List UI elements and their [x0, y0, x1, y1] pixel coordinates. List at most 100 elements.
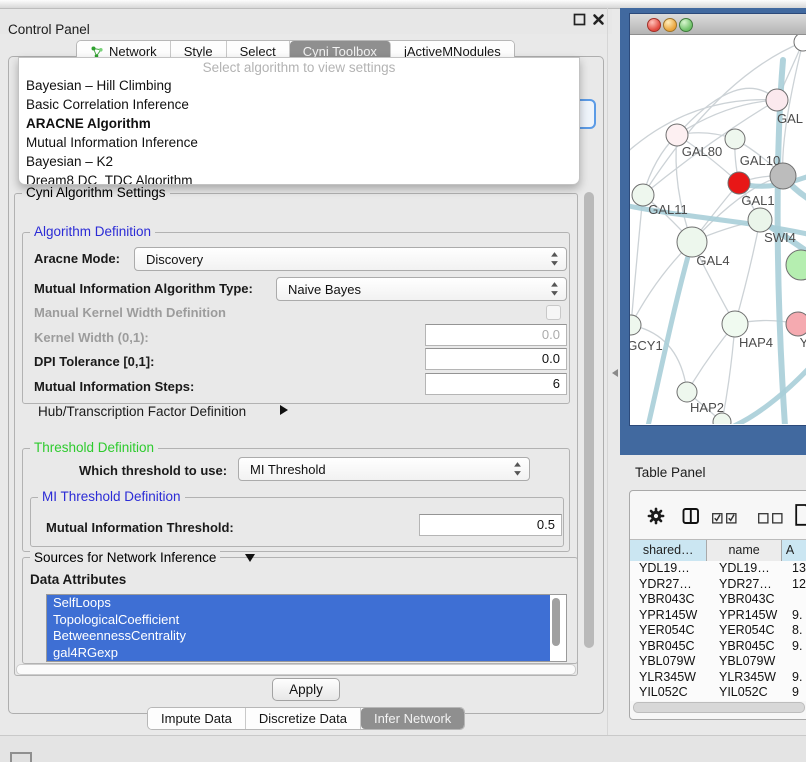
- sources-title: Sources for Network Inference: [30, 551, 220, 565]
- network-canvas[interactable]: GALGAL80GAL10GAL1GAL11SWI4GAL4GCY1HAP4YH…: [630, 35, 806, 424]
- attribute-item-selfloops[interactable]: SelfLoops: [47, 595, 550, 612]
- algorithm-option-dream8-dc-tdc-algorithm[interactable]: Dream8 DC_TDC Algorithm: [19, 171, 579, 185]
- network-edge-highlighted: [734, 365, 806, 424]
- network-window-titlebar[interactable]: [630, 14, 806, 35]
- columns-icon[interactable]: [682, 507, 700, 530]
- which-threshold-select[interactable]: MI Threshold: [238, 457, 530, 481]
- attribute-item-topologicalcoefficient[interactable]: TopologicalCoefficient: [47, 612, 550, 629]
- close-panel-button[interactable]: [592, 13, 605, 26]
- algorithm-option-mutual-information-inference[interactable]: Mutual Information Inference: [19, 133, 579, 152]
- network-node-gal1[interactable]: [728, 172, 750, 194]
- table-row[interactable]: YIL052CYIL052C9: [630, 685, 806, 701]
- tab-label: Impute Data: [161, 709, 232, 729]
- mi-algorithm-type-select[interactable]: Naive Bayes: [276, 277, 567, 301]
- algorithm-option-bayesian-k2[interactable]: Bayesian – K2: [19, 152, 579, 171]
- network-node-gal80[interactable]: [666, 124, 688, 146]
- table-cell: 9.: [787, 608, 806, 624]
- checked-boxes-icon[interactable]: [712, 511, 738, 529]
- split-divider: [607, 8, 608, 735]
- table-row[interactable]: YBR043CYBR043C: [630, 592, 806, 608]
- apply-button[interactable]: Apply: [272, 678, 340, 701]
- zoom-window-button[interactable]: [679, 18, 693, 32]
- node-label-hap4: HAP4: [739, 335, 773, 350]
- table-cell: YBL079W: [710, 654, 787, 670]
- mi-steps-field[interactable]: 6: [425, 373, 567, 395]
- which-threshold-label: Which threshold to use:: [79, 463, 227, 478]
- network-node-gal[interactable]: [766, 89, 788, 111]
- table-row[interactable]: YBR045CYBR045C9.: [630, 639, 806, 655]
- bottom-tab-impute-data[interactable]: Impute Data: [148, 708, 246, 729]
- table-cell: YDL19…: [710, 561, 787, 577]
- aracne-mode-select[interactable]: Discovery: [134, 247, 567, 271]
- table-row[interactable]: YPR145WYPR145W9.: [630, 608, 806, 624]
- table-cell: YBR045C: [710, 639, 787, 655]
- hub-expand-icon[interactable]: [280, 405, 288, 415]
- table-cell: YBR045C: [630, 639, 710, 655]
- document-icon[interactable]: [795, 504, 806, 531]
- column-header-shared[interactable]: shared…: [630, 540, 707, 561]
- manual-kernel-width-label: Manual Kernel Width Definition: [34, 305, 226, 320]
- manual-kernel-width-checkbox: [546, 305, 561, 320]
- network-node-y[interactable]: [786, 312, 806, 336]
- node-label-gal: GAL: [777, 111, 803, 126]
- mi-threshold-field[interactable]: 0.5: [419, 514, 562, 536]
- stepper-icon: [550, 251, 559, 267]
- gear-icon[interactable]: [647, 507, 665, 530]
- table-row[interactable]: YBL079WYBL079W: [630, 654, 806, 670]
- algorithm-option-bayesian-hill-climbing[interactable]: Bayesian – Hill Climbing: [19, 76, 579, 95]
- minimize-window-button[interactable]: [663, 18, 677, 32]
- aracne-mode-label: Aracne Mode:: [34, 251, 120, 266]
- attribute-item-betweennesscentrality[interactable]: BetweennessCentrality: [47, 628, 550, 645]
- dropdown-placeholder: Select algorithm to view settings: [19, 58, 579, 76]
- attributes-scrollbar[interactable]: [552, 598, 560, 646]
- stepper-icon: [513, 461, 522, 477]
- table-panel: shared…nameA YDL19…YDL19…13YDR27…YDR27…1…: [629, 490, 806, 720]
- network-node[interactable]: [794, 35, 806, 51]
- node-label-hap2: HAP2: [690, 400, 724, 415]
- settings-horizontal-scrollbar[interactable]: [16, 664, 576, 675]
- bottom-tab-discretize-data[interactable]: Discretize Data: [246, 708, 361, 729]
- bottom-tab-infer-network[interactable]: Infer Network: [361, 708, 464, 729]
- node-label-gal1: GAL1: [741, 193, 774, 208]
- node-label-swi4: SWI4: [764, 230, 796, 245]
- network-node-hap4[interactable]: [722, 311, 748, 337]
- table-cell: YBR043C: [630, 592, 710, 608]
- table-row[interactable]: YER054CYER054C8.: [630, 623, 806, 639]
- mi-threshold-group-title: MI Threshold Definition: [38, 490, 185, 504]
- sources-collapse-icon[interactable]: [245, 554, 255, 562]
- column-header-a[interactable]: A: [782, 540, 806, 561]
- network-node-gcy1[interactable]: [630, 315, 641, 335]
- data-attributes-label: Data Attributes: [30, 572, 126, 587]
- network-node-hap2[interactable]: [677, 382, 697, 402]
- unchecked-boxes-icon[interactable]: [758, 511, 784, 529]
- table-cell: YDR27…: [630, 577, 710, 593]
- algorithm-option-aracne-algorithm[interactable]: ARACNE Algorithm: [19, 114, 579, 133]
- table-horizontal-scrollbar[interactable]: [633, 702, 805, 713]
- settings-vertical-scrollbar[interactable]: [584, 192, 594, 648]
- table-row[interactable]: YDL19…YDL19…13: [630, 561, 806, 577]
- column-header-name[interactable]: name: [707, 540, 781, 561]
- control-panel-title: Control Panel: [8, 22, 90, 37]
- cyni-settings-title: Cyni Algorithm Settings: [22, 186, 170, 200]
- attribute-item-gal4rgexp[interactable]: gal4RGexp: [47, 645, 550, 662]
- status-strip: [0, 735, 806, 762]
- float-panel-button[interactable]: [573, 13, 586, 26]
- table-row[interactable]: YLR345WYLR345W9.: [630, 670, 806, 686]
- table-cell: 9: [787, 685, 806, 701]
- network-node-swi4[interactable]: [748, 208, 772, 232]
- table-cell: YER054C: [710, 623, 787, 639]
- network-graph: GALGAL80GAL10GAL1GAL11SWI4GAL4GCY1HAP4YH…: [630, 35, 806, 424]
- table-row[interactable]: YDR27…YDR27…12: [630, 577, 806, 593]
- minimized-panel-icon[interactable]: [10, 752, 32, 762]
- close-window-button[interactable]: [647, 18, 661, 32]
- dpi-tolerance-label: DPI Tolerance [0,1]:: [34, 354, 154, 369]
- table-cell: YDR27…: [710, 577, 787, 593]
- table-cell: YPR145W: [630, 608, 710, 624]
- algorithm-dropdown-popup: Select algorithm to view settings Bayesi…: [18, 57, 580, 185]
- dpi-tolerance-field[interactable]: 0.0: [425, 348, 567, 370]
- divider-collapse-arrow[interactable]: [612, 369, 618, 377]
- network-node[interactable]: [786, 250, 806, 280]
- algorithm-option-basic-correlation-inference[interactable]: Basic Correlation Inference: [19, 95, 579, 114]
- threshold-definition-title: Threshold Definition: [30, 441, 158, 455]
- network-node-gal10[interactable]: [725, 129, 745, 149]
